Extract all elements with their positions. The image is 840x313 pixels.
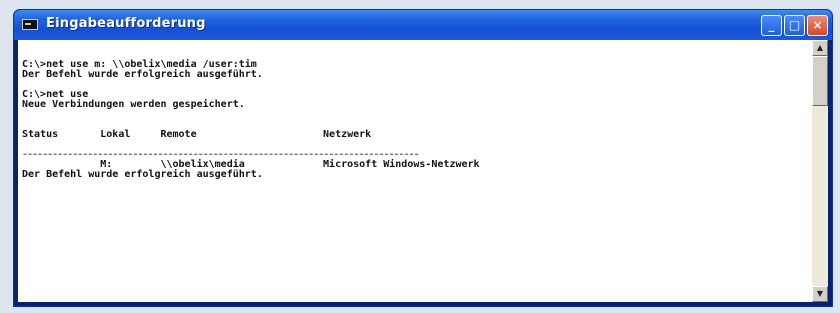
console-output[interactable]: C:\>net use m: \\obelix\media /user:tim … [18, 40, 812, 302]
scroll-thumb[interactable] [812, 56, 828, 106]
vertical-scrollbar[interactable]: ▲ ▼ [812, 40, 828, 302]
minimize-button[interactable]: _ [761, 15, 782, 36]
window-title: Eingabeaufforderung [46, 16, 206, 31]
maximize-button[interactable]: □ [784, 15, 805, 36]
scroll-down-button[interactable]: ▼ [812, 286, 828, 302]
console-text: C:\>net use m: \\obelix\media /user:tim … [18, 40, 812, 180]
close-button[interactable]: × [807, 15, 828, 36]
console-window[interactable]: Eingabeaufforderung _ □ × C:\>net use m:… [14, 10, 832, 306]
window-controls: _ □ × [761, 15, 828, 36]
console-line: Der Befehl wurde erfolgreich ausgeführt. [22, 169, 263, 180]
console-icon[interactable] [22, 19, 38, 30]
console-line: Status Lokal Remote Netzwerk [22, 129, 372, 140]
title-bar[interactable]: Eingabeaufforderung _ □ × [14, 10, 832, 40]
console-line: Der Befehl wurde erfolgreich ausgeführt. [22, 69, 263, 80]
console-line: Neue Verbindungen werden gespeichert. [22, 99, 245, 110]
scroll-up-button[interactable]: ▲ [812, 40, 828, 56]
